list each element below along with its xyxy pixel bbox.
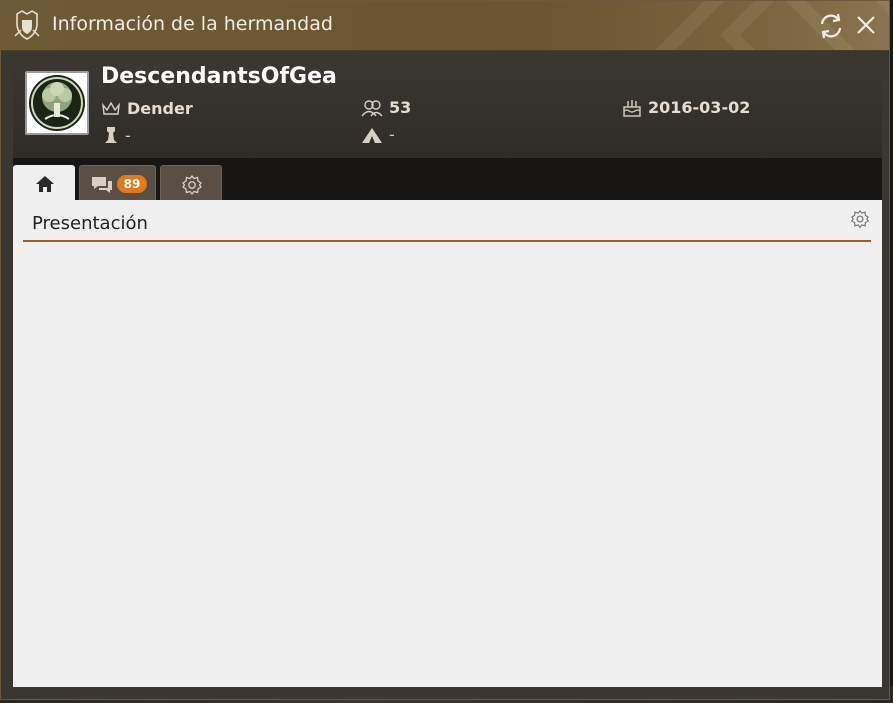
window-title: Información de la hermandad [52,13,333,35]
chat-icon [92,177,112,193]
guild-header: DescendantsOfGea Dender 53 2016-03-02 - … [13,58,882,158]
guild-shield-icon [14,10,40,40]
guild-emblem [25,71,89,135]
gear-icon [182,174,202,196]
member-count: 53 [389,98,412,117]
home-icon [36,176,54,192]
guild-rank-value: - [125,125,131,145]
guild-members: 53 [361,98,411,117]
tent-icon [362,127,382,143]
section-divider [23,240,871,242]
edit-settings-icon[interactable] [850,209,870,229]
members-icon [361,99,383,116]
guild-leader-name: Dender [127,99,193,118]
guild-leader: Dender [101,99,193,118]
creation-date: 2016-03-02 [648,97,751,117]
crown-icon [102,101,120,115]
tower-icon [105,127,117,143]
guild-name: DescendantsOfGea [101,64,337,89]
guild-territory: - [361,125,395,144]
guild-created: 2016-03-02 [622,97,750,117]
close-icon[interactable] [853,12,879,38]
refresh-icon[interactable] [817,12,845,40]
guild-info-window: Información de la hermandad DescendantsO… [0,0,890,700]
territory-value: - [389,125,395,144]
guild-rank: - [103,125,131,145]
titlebar[interactable]: Información de la hermandad [1,1,889,51]
tab-settings[interactable] [160,165,222,200]
tab-chat[interactable]: 89 [79,165,156,200]
section-title: Presentación [32,213,148,234]
chat-count-badge: 89 [117,175,147,193]
tab-bar: 89 [13,158,882,200]
tab-home[interactable] [13,165,75,200]
content-panel: Presentación [13,200,882,687]
cake-icon [623,100,641,117]
